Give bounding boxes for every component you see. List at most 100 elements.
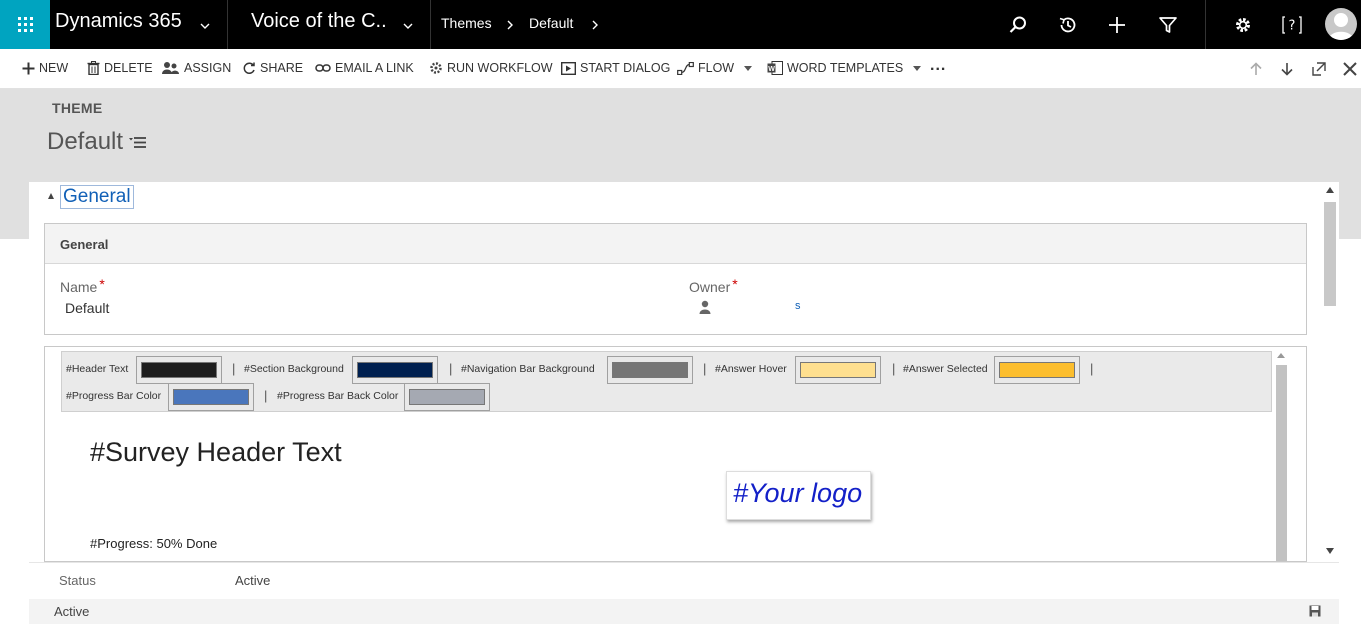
pop-out-icon[interactable] xyxy=(1312,62,1326,76)
search-button[interactable] xyxy=(1007,14,1029,36)
header-text-swatch xyxy=(141,362,217,378)
filter-icon xyxy=(1159,17,1177,33)
scroll-thumb[interactable] xyxy=(1276,365,1287,561)
svg-text:?: ? xyxy=(1289,19,1296,34)
section-background-swatch xyxy=(357,362,433,378)
divider xyxy=(1205,0,1206,49)
run-workflow-button[interactable]: RUN WORKFLOW xyxy=(429,61,553,75)
owner-field-link[interactable]: s xyxy=(795,300,801,312)
separator: | xyxy=(449,361,453,376)
top-navigation-bar: Dynamics 365 Voice of the C... Themes De… xyxy=(0,0,1361,49)
user-avatar[interactable] xyxy=(1325,8,1357,40)
help-icon: ? xyxy=(1282,16,1302,34)
assign-button[interactable]: ASSIGN xyxy=(162,61,231,75)
new-button[interactable]: NEW xyxy=(21,61,68,75)
progress-bar-color-label: #Progress Bar Color xyxy=(66,390,162,402)
recent-records-button[interactable] xyxy=(1057,14,1079,36)
tab-general[interactable]: General xyxy=(60,185,134,209)
separator: | xyxy=(232,361,236,376)
flow-icon xyxy=(677,61,694,75)
flow-label: FLOW xyxy=(698,61,735,75)
record-status: Active xyxy=(54,604,90,619)
word-templates-button[interactable]: W WORD TEMPLATES xyxy=(767,61,922,75)
status-field-value: Active xyxy=(235,573,271,588)
person-icon xyxy=(1328,13,1354,40)
section-title: General xyxy=(60,237,109,252)
header-text-label: #Header Text xyxy=(66,363,129,375)
history-icon xyxy=(1059,17,1076,33)
start-dialog-label: START DIALOG xyxy=(580,61,671,75)
help-button[interactable]: ? xyxy=(1281,14,1303,36)
separator: | xyxy=(892,361,896,376)
save-icon[interactable] xyxy=(1309,605,1321,617)
required-marker: * xyxy=(99,276,105,292)
create-button[interactable] xyxy=(1106,14,1128,36)
workflow-icon xyxy=(429,61,443,75)
answer-selected-color-picker[interactable] xyxy=(994,356,1080,384)
previous-record-icon[interactable] xyxy=(1249,62,1263,76)
scroll-up-icon[interactable] xyxy=(1277,353,1285,358)
progress-bar-color-swatch xyxy=(173,389,249,405)
name-field[interactable]: Default xyxy=(65,300,109,316)
chevron-down-icon[interactable] xyxy=(403,21,413,31)
status-field-label: Status xyxy=(59,573,96,588)
dialog-icon xyxy=(561,61,576,75)
answer-selected-swatch xyxy=(999,362,1075,378)
section-background-color-picker[interactable] xyxy=(352,356,438,384)
answer-hover-swatch xyxy=(800,362,876,378)
logo-text: #Your logo xyxy=(733,478,863,508)
section-general: General Name * Default Owner * s xyxy=(44,223,1307,335)
progress-bar-back-color-label: #Progress Bar Back Color xyxy=(277,390,399,402)
record-title: Default xyxy=(47,128,124,155)
form-scrollbar[interactable] xyxy=(1322,182,1339,562)
breadcrumb-themes[interactable]: Themes xyxy=(441,15,492,31)
word-templates-label: WORD TEMPLATES xyxy=(787,61,904,75)
search-icon xyxy=(1009,16,1026,33)
chevron-right-icon[interactable] xyxy=(590,20,600,30)
app-launcher-button[interactable] xyxy=(0,0,50,49)
email-link-label: EMAIL A LINK xyxy=(335,61,414,75)
name-field-label: Name * xyxy=(60,276,105,295)
assign-label: ASSIGN xyxy=(184,61,232,75)
advanced-find-button[interactable] xyxy=(1157,14,1179,36)
next-record-icon[interactable] xyxy=(1280,62,1294,76)
more-commands-button[interactable]: ... xyxy=(930,57,946,75)
breadcrumb-default[interactable]: Default xyxy=(529,15,573,31)
section-background-label: #Section Background xyxy=(244,363,344,375)
separator: | xyxy=(1090,361,1094,376)
header-text-color-picker[interactable] xyxy=(136,356,222,384)
close-icon[interactable] xyxy=(1343,62,1357,76)
scroll-down-icon[interactable] xyxy=(1326,548,1334,554)
answer-hover-label: #Answer Hover xyxy=(715,363,787,375)
new-label: NEW xyxy=(39,61,69,75)
answer-hover-color-picker[interactable] xyxy=(795,356,881,384)
chevron-down-icon[interactable] xyxy=(200,21,210,31)
collapse-tab-icon[interactable] xyxy=(48,193,54,199)
scroll-thumb[interactable] xyxy=(1324,202,1336,306)
progress-text: #Progress: 50% Done xyxy=(90,536,218,551)
app-name[interactable]: Dynamics 365 xyxy=(55,10,182,33)
area-name[interactable]: Voice of the C... xyxy=(251,10,387,33)
owner-field-label: Owner * xyxy=(689,276,738,295)
delete-button[interactable]: DELETE xyxy=(86,61,153,75)
plus-icon xyxy=(21,61,35,75)
start-dialog-button[interactable]: START DIALOG xyxy=(561,61,670,75)
progress-bar-color-picker[interactable] xyxy=(168,383,254,411)
settings-button[interactable] xyxy=(1232,14,1254,36)
navigation-bar-background-color-picker[interactable] xyxy=(607,356,693,384)
share-label: SHARE xyxy=(260,61,304,75)
logo-placeholder[interactable]: #Your logo xyxy=(726,471,871,520)
progress-bar-back-color-swatch xyxy=(409,389,485,405)
scroll-up-icon[interactable] xyxy=(1326,187,1334,193)
gear-icon xyxy=(1236,18,1250,32)
theme-editor-frame: #Header Text | #Section Background | #Na… xyxy=(44,346,1307,562)
share-button[interactable]: SHARE xyxy=(242,61,303,75)
progress-bar-back-color-picker[interactable] xyxy=(404,383,490,411)
section-header: General xyxy=(45,224,1306,264)
form-selector-icon[interactable] xyxy=(129,135,147,149)
flow-button[interactable]: FLOW xyxy=(677,61,753,75)
email-link-button[interactable]: EMAIL A LINK xyxy=(315,61,414,75)
entity-type-label: THEME xyxy=(52,100,103,116)
editor-scrollbar[interactable] xyxy=(1273,347,1289,561)
plus-icon xyxy=(1109,17,1125,33)
